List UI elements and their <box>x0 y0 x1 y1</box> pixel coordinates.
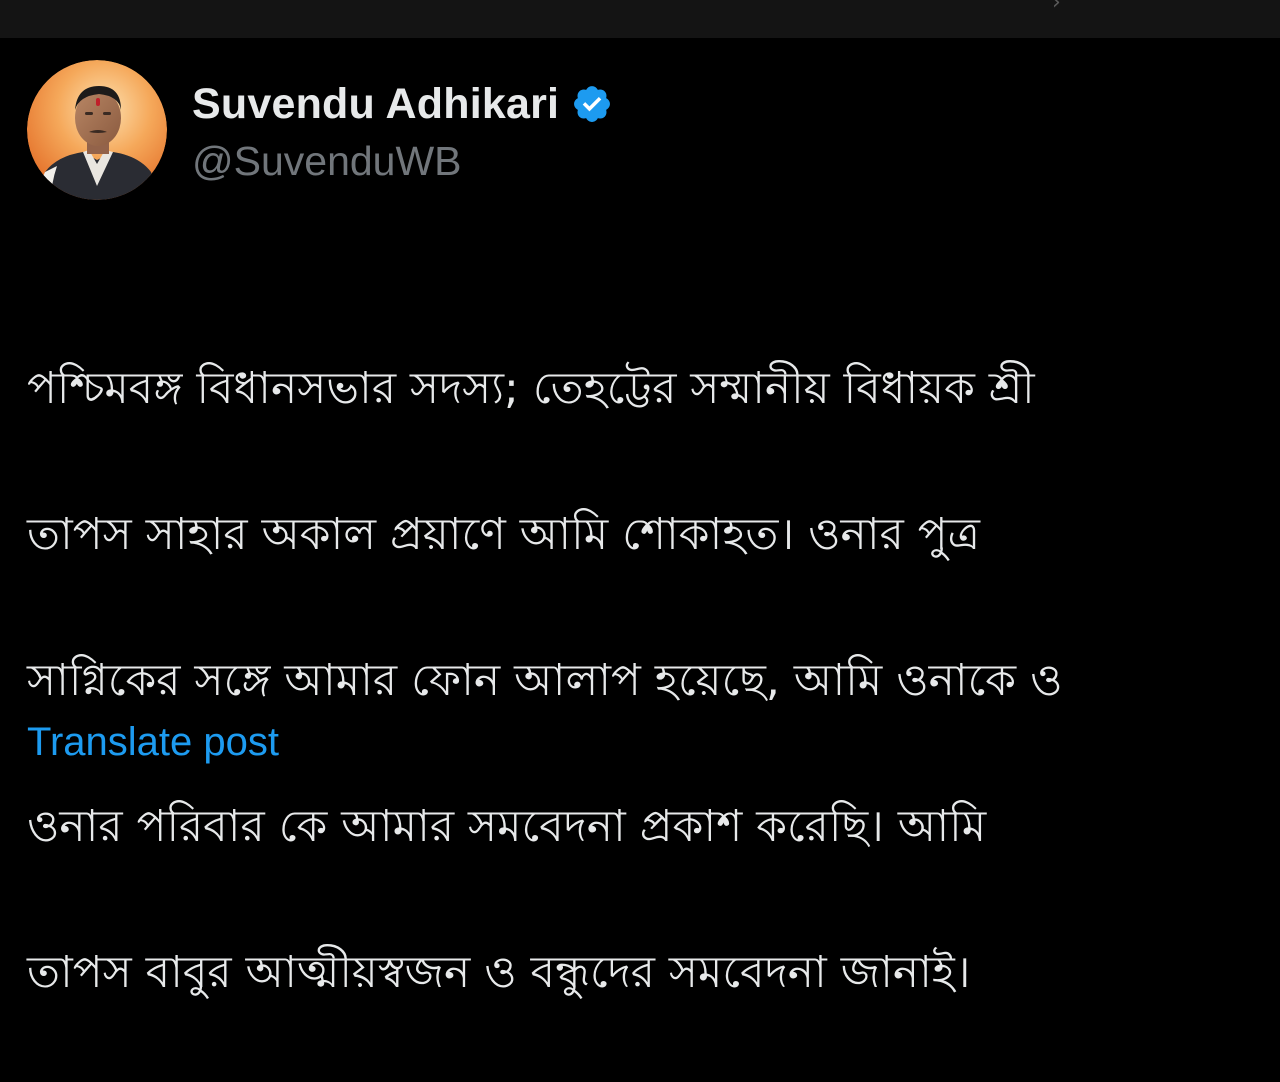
post-text-line: সাগ্নিকের সঙ্গে আমার ফোন আলাপ হয়েছে, আম… <box>27 655 1063 706</box>
post-text: পশ্চিমবঙ্গ বিধানসভার সদস্য; তেহট্টের সম্… <box>27 279 1247 1082</box>
post-text-line: ওনার পরিবার কে আমার সমবেদনা প্রকাশ করেছি… <box>27 801 987 852</box>
post-text-line: তাপস সাহার অকাল প্রয়াণে আমি শোকাহত। ওনা… <box>27 509 980 560</box>
translate-post-link[interactable]: Translate post <box>27 720 279 765</box>
profile-photo-icon <box>27 60 167 200</box>
post-text-line: তাপস বাবুর আত্মীয়স্বজন ও বন্ধুদের সমবেদ… <box>27 947 971 998</box>
chevron-icon: › <box>1052 0 1061 15</box>
author-handle[interactable]: @SuvenduWB <box>192 138 462 185</box>
post-card: Suvendu Adhikari @SuvenduWB পশ্চিমবঙ্গ ব… <box>0 38 1280 998</box>
author-name-row: Suvendu Adhikari <box>192 78 613 130</box>
top-bar: › <box>0 0 1280 38</box>
author-name[interactable]: Suvendu Adhikari <box>192 80 559 129</box>
avatar[interactable] <box>27 60 167 200</box>
post-text-line: পশ্চিমবঙ্গ বিধানসভার সদস্য; তেহট্টের সম্… <box>27 363 1035 414</box>
verified-badge-icon <box>571 83 613 125</box>
